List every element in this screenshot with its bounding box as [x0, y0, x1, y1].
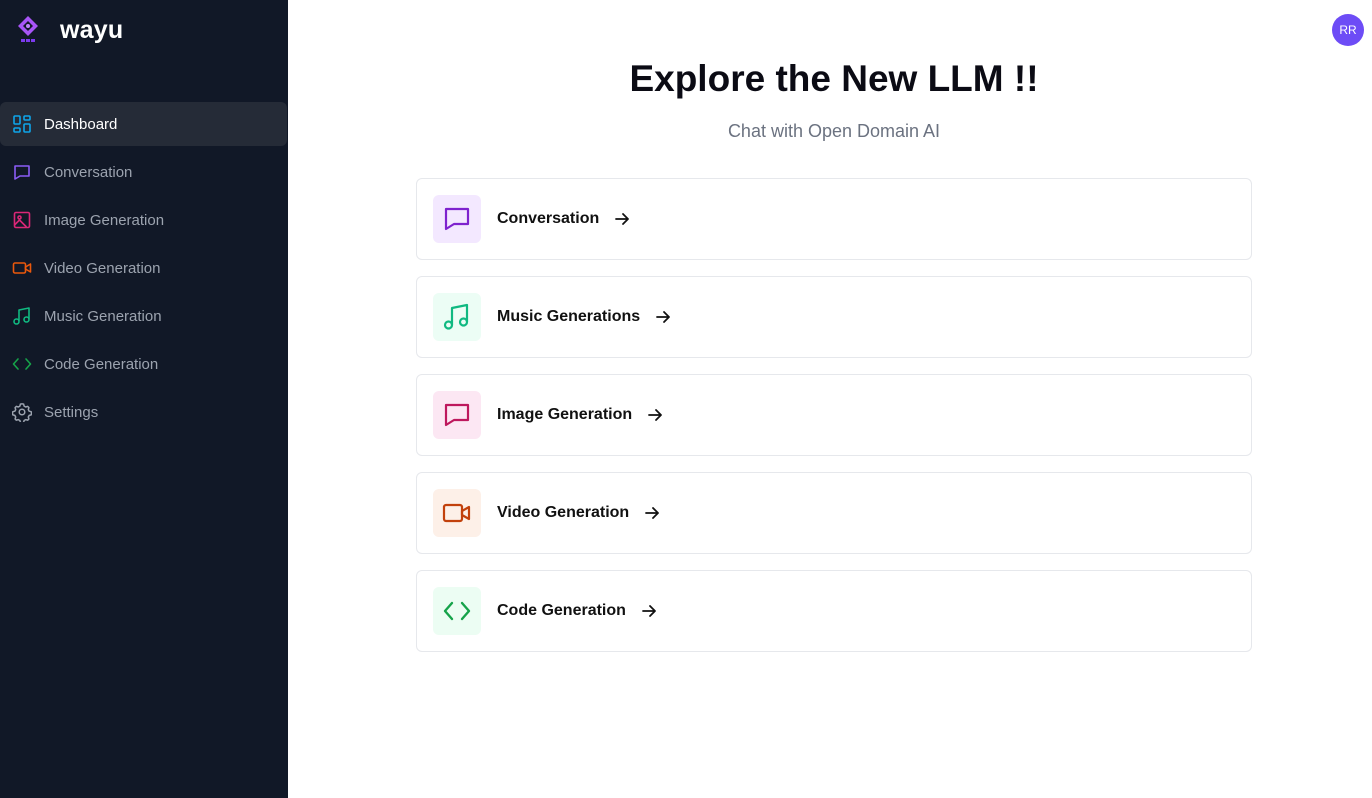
sidebar-item-video-generation[interactable]: Video Generation — [0, 246, 287, 290]
video-icon — [12, 258, 32, 278]
dashboard-icon — [12, 114, 32, 134]
gear-icon — [12, 402, 32, 422]
arrow-right-icon — [643, 504, 661, 522]
sidebar-item-music-generation[interactable]: Music Generation — [0, 294, 287, 338]
sidebar-item-label: Dashboard — [44, 115, 118, 133]
card-label: Conversation — [497, 210, 600, 227]
card-label: Music Generations — [497, 308, 641, 325]
music-icon — [433, 293, 481, 341]
sidebar-item-dashboard[interactable]: Dashboard — [0, 102, 287, 146]
chat-icon — [433, 195, 481, 243]
sidebar-item-label: Video Generation — [44, 259, 161, 277]
code-icon — [433, 587, 481, 635]
sidebar-nav: Dashboard Conversation Image Generation — [0, 102, 288, 438]
arrow-right-icon — [654, 308, 672, 326]
arrow-right-icon — [646, 406, 664, 424]
sidebar-item-label: Image Generation — [44, 211, 165, 229]
card-label: Image Generation — [497, 406, 633, 423]
sidebar-item-label: Music Generation — [44, 307, 162, 325]
feature-card-list: Conversation Music Generations Image Gen… — [416, 178, 1252, 668]
arrow-right-icon — [640, 602, 658, 620]
chat-icon — [12, 162, 32, 182]
sidebar-item-label: Code Generation — [44, 355, 159, 373]
sidebar-item-label: Settings — [44, 403, 99, 421]
sidebar-item-code-generation[interactable]: Code Generation — [0, 342, 287, 386]
card-video-generation[interactable]: Video Generation — [416, 472, 1252, 554]
sidebar-item-label: Conversation — [44, 163, 133, 181]
chat-icon — [433, 391, 481, 439]
card-label: Video Generation — [497, 504, 630, 521]
card-code-generation[interactable]: Code Generation — [416, 570, 1252, 652]
video-icon — [433, 489, 481, 537]
brand[interactable]: wayu — [14, 14, 123, 46]
arrow-right-icon — [613, 210, 631, 228]
sidebar-item-settings[interactable]: Settings — [0, 390, 287, 434]
card-image-generation[interactable]: Image Generation — [416, 374, 1252, 456]
sidebar-item-conversation[interactable]: Conversation — [0, 150, 287, 194]
wayu-logo-icon — [18, 16, 38, 42]
sidebar-item-image-generation[interactable]: Image Generation — [0, 198, 287, 242]
card-music-generations[interactable]: Music Generations — [416, 276, 1252, 358]
sidebar: wayu Dashboard Conversation Image Genera… — [0, 0, 288, 798]
brand-name: wayu — [60, 15, 124, 44]
card-label: Code Generation — [497, 602, 626, 619]
code-icon — [12, 354, 32, 374]
image-icon — [12, 210, 32, 230]
main-content: Explore the New LLM !! Chat with Open Do… — [288, 0, 1372, 798]
card-conversation[interactable]: Conversation — [416, 178, 1252, 260]
music-icon — [12, 306, 32, 326]
page-title: Explore the New LLM !! — [629, 58, 1039, 99]
page-subtitle: Chat with Open Domain AI — [727, 121, 941, 141]
